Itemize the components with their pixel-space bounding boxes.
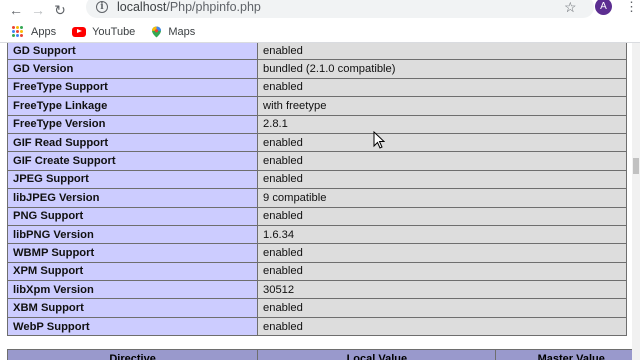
url-path: /Php/phpinfo.php [166, 0, 261, 14]
bookmarks-bar: Apps YouTube Maps [0, 21, 640, 43]
table-row: XBM Support enabled [7, 298, 627, 318]
table-row: PNG Support enabled [7, 206, 627, 226]
header-local-value: Local Value [258, 350, 497, 360]
table-row: GD Version bundled (2.1.0 compatible) [7, 59, 627, 79]
table-row: GIF Read Support enabled [7, 132, 627, 153]
directive-cell: FreeType Linkage [7, 96, 258, 116]
vertical-scrollbar[interactable] [632, 43, 640, 360]
forward-arrow-icon[interactable]: → [27, 0, 49, 20]
directive-cell: WBMP Support [7, 243, 258, 263]
table-row: libXpm Version 30512 [7, 280, 627, 300]
profile-avatar[interactable]: A [595, 0, 612, 15]
value-cell: 1.6.34 [257, 224, 627, 245]
bookmark-apps[interactable]: Apps [12, 26, 56, 38]
address-bar[interactable]: i localhost/Php/phpinfo.php [86, 0, 594, 18]
bookmark-label: Maps [168, 25, 196, 38]
youtube-icon [72, 26, 87, 37]
directive-header-row: Directive Local Value Master Value [7, 349, 640, 360]
bookmark-label: YouTube [92, 25, 136, 38]
bookmark-label: Apps [31, 25, 57, 38]
table-row: FreeType Linkage with freetype [7, 96, 627, 116]
value-cell: enabled [257, 77, 627, 98]
url-text[interactable]: localhost/Php/phpinfo.php [117, 0, 261, 14]
header-directive: Directive [8, 350, 259, 360]
mouse-cursor-icon [373, 131, 385, 149]
table-row: libJPEG Version 9 compatible [7, 188, 627, 208]
value-cell: with freetype [257, 96, 627, 116]
value-cell: enabled [257, 298, 627, 318]
bookmark-youtube[interactable]: YouTube [72, 26, 135, 38]
directive-cell: WebP Support [7, 316, 258, 337]
directive-cell: libPNG Version [7, 224, 258, 245]
bookmark-star-icon[interactable]: ☆ [564, 0, 577, 16]
value-cell: enabled [257, 243, 627, 263]
scrollbar-thumb[interactable] [633, 158, 639, 174]
apps-icon [12, 26, 23, 37]
maps-icon [152, 26, 162, 37]
value-cell: enabled [257, 261, 627, 282]
table-row: FreeType Version 2.8.1 [7, 114, 627, 134]
more-menu-icon[interactable]: ⋮ [625, 0, 638, 15]
directive-cell: GD Support [7, 43, 258, 61]
table-row: WBMP Support enabled [7, 243, 627, 263]
table-row: FreeType Support enabled [7, 77, 627, 98]
value-cell: enabled [257, 206, 627, 226]
table-row: XPM Support enabled [7, 261, 627, 282]
bookmark-maps[interactable]: Maps [151, 26, 195, 38]
directive-cell: XPM Support [7, 261, 258, 282]
directive-cell: FreeType Support [7, 77, 258, 98]
value-cell: enabled [257, 169, 627, 190]
table-row: GIF Create Support enabled [7, 151, 627, 171]
value-cell: enabled [257, 316, 627, 337]
page-content: GD Support enabled GD Version bundled (2.1.… [0, 43, 640, 360]
table-row: JPEG Support enabled [7, 169, 627, 190]
directive-cell: PNG Support [7, 206, 258, 226]
directive-cell: libXpm Version [7, 280, 258, 300]
table-row: GD Support enabled [7, 43, 627, 61]
directive-cell: XBM Support [7, 298, 258, 318]
value-cell: enabled [257, 132, 627, 153]
header-master-value: Master Value [537, 353, 605, 360]
reload-icon[interactable]: ↻ [49, 0, 71, 20]
value-cell: 2.8.1 [257, 114, 627, 134]
directive-cell: GIF Read Support [7, 132, 258, 153]
browser-toolbar: ← → ↻ i localhost/Php/phpinfo.php ☆ A ⋮ [0, 0, 640, 20]
value-cell: 9 compatible [257, 188, 627, 208]
directive-cell: FreeType Version [7, 114, 258, 134]
gd-info-table: GD Support enabled GD Version bundled (2.1.… [7, 43, 627, 337]
info-icon[interactable]: i [96, 1, 108, 13]
value-cell: enabled [257, 43, 627, 61]
value-cell: enabled [257, 151, 627, 171]
directive-cell: libJPEG Version [7, 188, 258, 208]
table-row: WebP Support enabled [7, 316, 627, 337]
directive-cell: GD Version [7, 59, 258, 79]
table-row: libPNG Version 1.6.34 [7, 224, 627, 245]
directive-cell: GIF Create Support [7, 151, 258, 171]
url-host: localhost [117, 0, 167, 14]
directive-cell: JPEG Support [7, 169, 258, 190]
value-cell: bundled (2.1.0 compatible) [257, 59, 627, 79]
back-arrow-icon[interactable]: ← [5, 0, 27, 20]
value-cell: 30512 [257, 280, 627, 300]
